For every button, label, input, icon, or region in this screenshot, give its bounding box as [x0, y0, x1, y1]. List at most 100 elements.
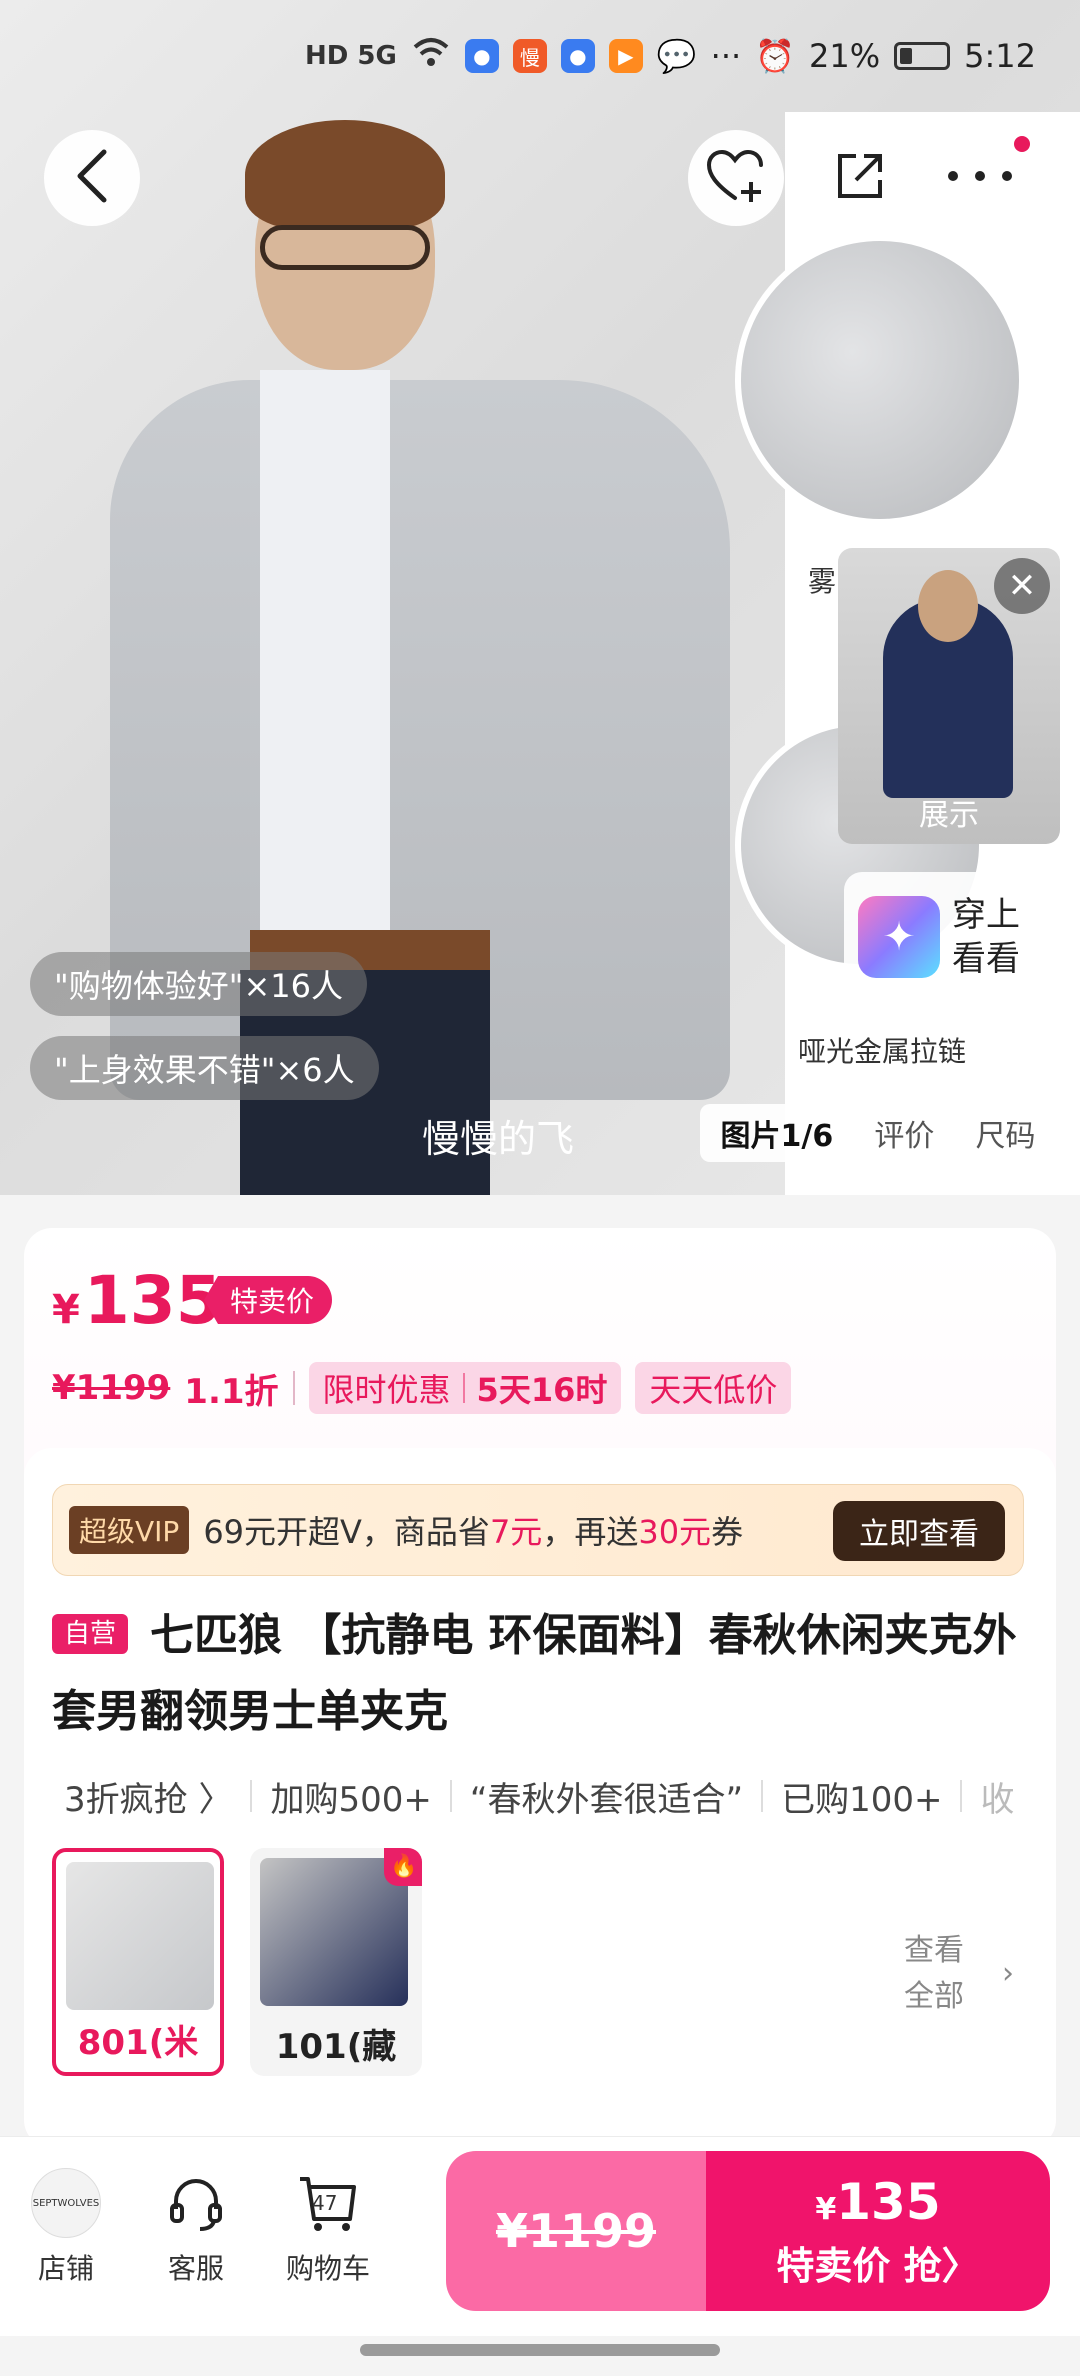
vip-text-e: 券	[711, 1513, 744, 1551]
limited-offer-label: 限时优惠	[322, 1371, 451, 1409]
cart-label: 购物车	[285, 2252, 370, 2285]
clock: 5:12	[964, 37, 1036, 75]
back-icon	[72, 146, 112, 210]
hair-shape	[245, 120, 445, 230]
try-on-label: 穿上看看	[952, 895, 1020, 979]
tab-images[interactable]: 图片1/6	[721, 1111, 834, 1155]
more-icon	[945, 166, 1015, 190]
more-notifications: ···	[710, 37, 742, 75]
current-price: ¥ 135	[52, 1262, 222, 1339]
currency-symbol: ¥	[52, 1287, 80, 1333]
store-label: 店铺	[37, 2252, 94, 2285]
cart-icon: 47	[292, 2167, 364, 2239]
product-title: 自营 七匹狼 【抗静电 环保面料】春秋休闲夹克外套男翻领男士单夹克	[52, 1598, 1032, 1750]
blue-app-icon-2: ●	[560, 39, 595, 73]
share-icon	[832, 148, 888, 208]
detail-collar-circle	[735, 235, 1025, 525]
vip-text-a: 69元开超V，商品省	[203, 1513, 490, 1551]
vip-tag: 超级VIP	[69, 1506, 190, 1554]
chevron-right-icon: ›	[1002, 1956, 1014, 1991]
fire-icon: 🔥	[384, 1848, 422, 1886]
product-title-text: 七匹狼 【抗静电 环保面料】春秋休闲夹克外套男翻领男士单夹克	[52, 1610, 1017, 1737]
close-video-button[interactable]: ✕	[994, 558, 1050, 614]
message-icon: 💬	[656, 37, 697, 75]
original-price-buy-button[interactable]: ¥1199	[446, 2151, 706, 2311]
video-app-icon: ▶	[608, 39, 643, 73]
vip-view-button[interactable]: 立即查看	[833, 1501, 1005, 1561]
vip-banner[interactable]: 超级VIP 69元开超V，商品省7元，再送30元券 立即查看	[52, 1484, 1024, 1576]
more-button[interactable]	[940, 138, 1020, 218]
original-price: ¥1199	[52, 1368, 171, 1408]
product-gallery[interactable]: 雾 哑光金属拉链 展示 ✕ ✦ 穿上看看 "购物体验好"×16人 "上身效果不错…	[0, 0, 1080, 1195]
discount-rate: 1.1折	[184, 1371, 279, 1412]
headset-icon	[160, 2167, 232, 2239]
blue-app-icon: ●	[464, 39, 499, 73]
product-detail-section: 超级VIP 69元开超V，商品省7元，再送30元券 立即查看 自营 七匹狼 【抗静…	[24, 1448, 1056, 2148]
video-head-shape	[918, 570, 978, 642]
view-all-label: 查看全部	[904, 1933, 964, 2014]
wifi-icon	[411, 37, 451, 75]
divider	[462, 1373, 465, 1403]
purchase-buttons: ¥1199 ¥135 特卖价 抢〉	[446, 2151, 1050, 2311]
feature-tags[interactable]: 3折疯抢 〉 加购500+ “春秋外套很适合” 已购100+ 收	[52, 1768, 1042, 1824]
price-value: 135	[83, 1262, 222, 1339]
alarm-icon: ⏰	[755, 37, 796, 75]
divider	[292, 1371, 295, 1405]
store-logo: SEPTWOLVES	[31, 2168, 101, 2238]
favorite-button[interactable]	[688, 130, 784, 226]
limited-offer-tag[interactable]: 限时优惠 5天16时	[308, 1362, 622, 1414]
close-icon: ✕	[1007, 566, 1037, 606]
special-price-buy-button[interactable]: ¥135 特卖价 抢〉	[706, 2151, 1050, 2311]
network-indicator: HD 5G	[304, 41, 397, 71]
variant-option-2[interactable]: 101(藏 🔥	[250, 1848, 422, 2076]
special-price-badge: 特卖价	[204, 1276, 333, 1324]
model-photo	[110, 120, 760, 1195]
variant-label: 101(藏	[275, 2027, 397, 2067]
cart-button[interactable]: 47 购物车	[268, 2167, 388, 2287]
self-operated-tag: 自营	[52, 1614, 129, 1654]
variant-thumbnail	[66, 1862, 214, 2010]
vip-coupon-amount: 30元	[638, 1513, 712, 1551]
sparkle-icon: ✦	[858, 896, 940, 978]
detail-caption-fog: 雾	[808, 565, 837, 598]
video-label: 展示	[919, 798, 979, 833]
vip-save-amount: 7元	[489, 1513, 543, 1551]
status-bar: HD 5G ● 慢 ● ▶ 💬 ··· ⏰ 21% 5:12	[0, 0, 1080, 112]
bottom-action-bar: SEPTWOLVES 店铺 客服 47 购物车 ¥1199 ¥135 特卖价 抢…	[0, 2136, 1080, 2336]
home-indicator[interactable]	[360, 2344, 720, 2356]
feature-tag[interactable]: “春秋外套很适合”	[452, 1772, 761, 1821]
battery-icon	[894, 42, 951, 70]
heart-plus-icon	[705, 148, 767, 208]
price-details: ¥1199 1.1折 限时优惠 5天16时 天天低价	[52, 1362, 792, 1414]
store-button[interactable]: SEPTWOLVES 店铺	[6, 2167, 126, 2287]
detail-caption-zipper: 哑光金属拉链	[798, 1035, 967, 1068]
feature-tag[interactable]: 3折疯抢 〉	[52, 1772, 250, 1821]
battery-percent: 21%	[809, 37, 881, 75]
photo-watermark: 慢慢的飞	[422, 1117, 575, 1161]
try-on-button[interactable]: ✦ 穿上看看	[844, 872, 1056, 1002]
notification-dot	[1014, 136, 1030, 152]
back-button[interactable]	[44, 130, 140, 226]
vip-text-c: ，再送	[542, 1513, 639, 1551]
product-info-card: ¥ 135 特卖价 ¥1199 1.1折 限时优惠 5天16时 天天低价 超级V…	[24, 1228, 1056, 2148]
feature-tag[interactable]: 加购500+	[252, 1772, 449, 1821]
daily-low-tag[interactable]: 天天低价	[635, 1362, 792, 1414]
gallery-tabs: 图片1/6 评价 尺码	[700, 1104, 1056, 1162]
view-all-variants[interactable]: 查看全部 ›	[904, 1928, 1014, 2020]
buy-price: ¥135	[815, 2173, 940, 2231]
share-button[interactable]	[820, 138, 900, 218]
review-chip-2[interactable]: "上身效果不错"×6人	[30, 1036, 379, 1100]
review-chip-1[interactable]: "购物体验好"×16人	[30, 952, 367, 1016]
buy-label: 特卖价 抢〉	[776, 2243, 980, 2288]
variant-option-1[interactable]: 801(米	[52, 1848, 224, 2076]
tab-size[interactable]: 尺码	[975, 1111, 1035, 1155]
variant-selector: 801(米 101(藏 🔥 查看全部 ›	[52, 1848, 1032, 2078]
countdown: 5天16时	[476, 1371, 608, 1409]
manman-app-icon: 慢	[512, 39, 547, 73]
shirt-shape	[260, 370, 390, 930]
feature-tag[interactable]: 收	[962, 1772, 1032, 1821]
variant-label: 801(米	[77, 2023, 199, 2063]
feature-tag[interactable]: 已购100+	[763, 1772, 960, 1821]
tab-reviews[interactable]: 评价	[874, 1111, 934, 1155]
service-button[interactable]: 客服	[136, 2167, 256, 2287]
